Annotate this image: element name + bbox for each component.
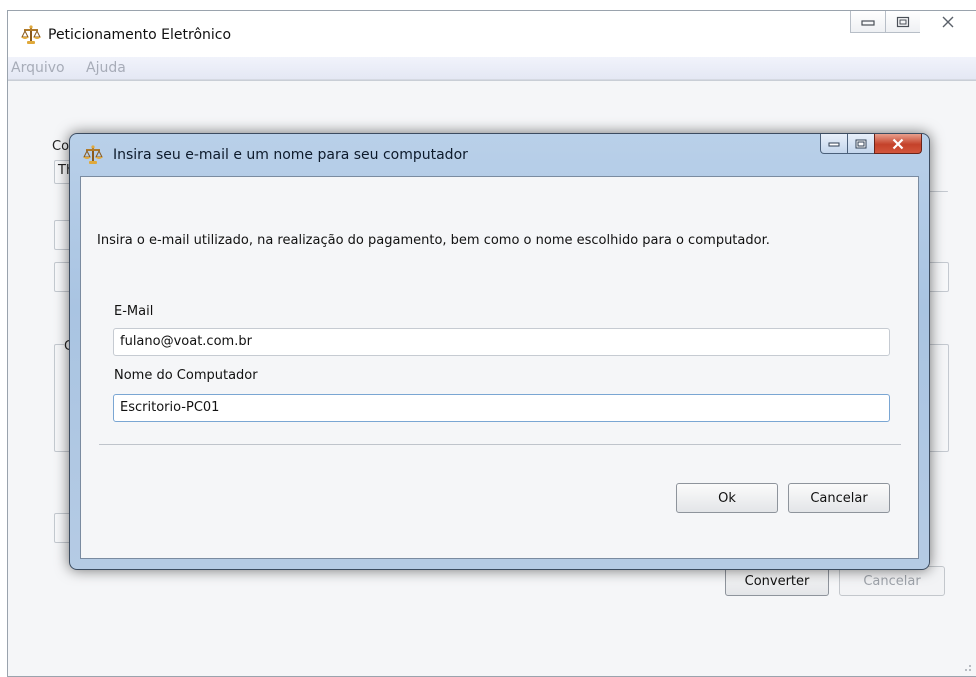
dialog-close-button[interactable] [874,134,922,154]
resize-grip-icon[interactable] [962,662,972,672]
window-title: Peticionamento Eletrônico [48,27,232,43]
background-cancel-button: Cancelar [839,566,945,596]
dialog-window-controls [820,134,922,154]
dialog-minimize-button[interactable] [820,134,848,154]
scales-of-justice-icon [20,25,42,45]
email-label: E-Mail [114,304,154,319]
email-dialog: Insira seu e-mail e um nome para seu com… [69,133,930,570]
cancel-button[interactable]: Cancelar [788,483,890,513]
dialog-separator [99,444,901,445]
window-controls [850,11,976,33]
instruction-text: Insira o e-mail utilizado, na realização… [97,233,770,248]
dialog-title: Insira seu e-mail e um nome para seu com… [113,147,468,163]
dialog-body: Insira o e-mail utilizado, na realização… [80,176,919,559]
background-group-right [928,344,949,452]
dialog-maximize-button[interactable] [847,134,875,154]
maximize-button[interactable] [885,11,921,33]
menu-arquivo[interactable]: Arquivo [11,60,65,76]
maximize-icon [896,16,910,27]
maximize-icon [855,139,867,148]
menu-ajuda[interactable]: Ajuda [86,60,126,76]
background-field-right [928,262,949,292]
minimize-icon [861,19,875,26]
close-icon [942,16,954,28]
background-label: Co [52,139,70,154]
close-button[interactable] [920,11,976,33]
scales-of-justice-icon [82,145,104,165]
minimize-icon [828,142,840,146]
main-titlebar[interactable]: Peticionamento Eletrônico [8,11,976,58]
ok-button[interactable]: Ok [676,483,778,513]
computer-name-label: Nome do Computador [114,368,258,383]
computer-name-field[interactable]: Escritorio-PC01 [113,394,890,422]
minimize-button[interactable] [850,11,886,33]
close-icon [892,138,904,149]
menu-bar: Arquivo Ajuda [8,57,976,80]
email-field[interactable]: fulano@voat.com.br [113,328,890,356]
converter-button[interactable]: Converter [725,566,829,596]
